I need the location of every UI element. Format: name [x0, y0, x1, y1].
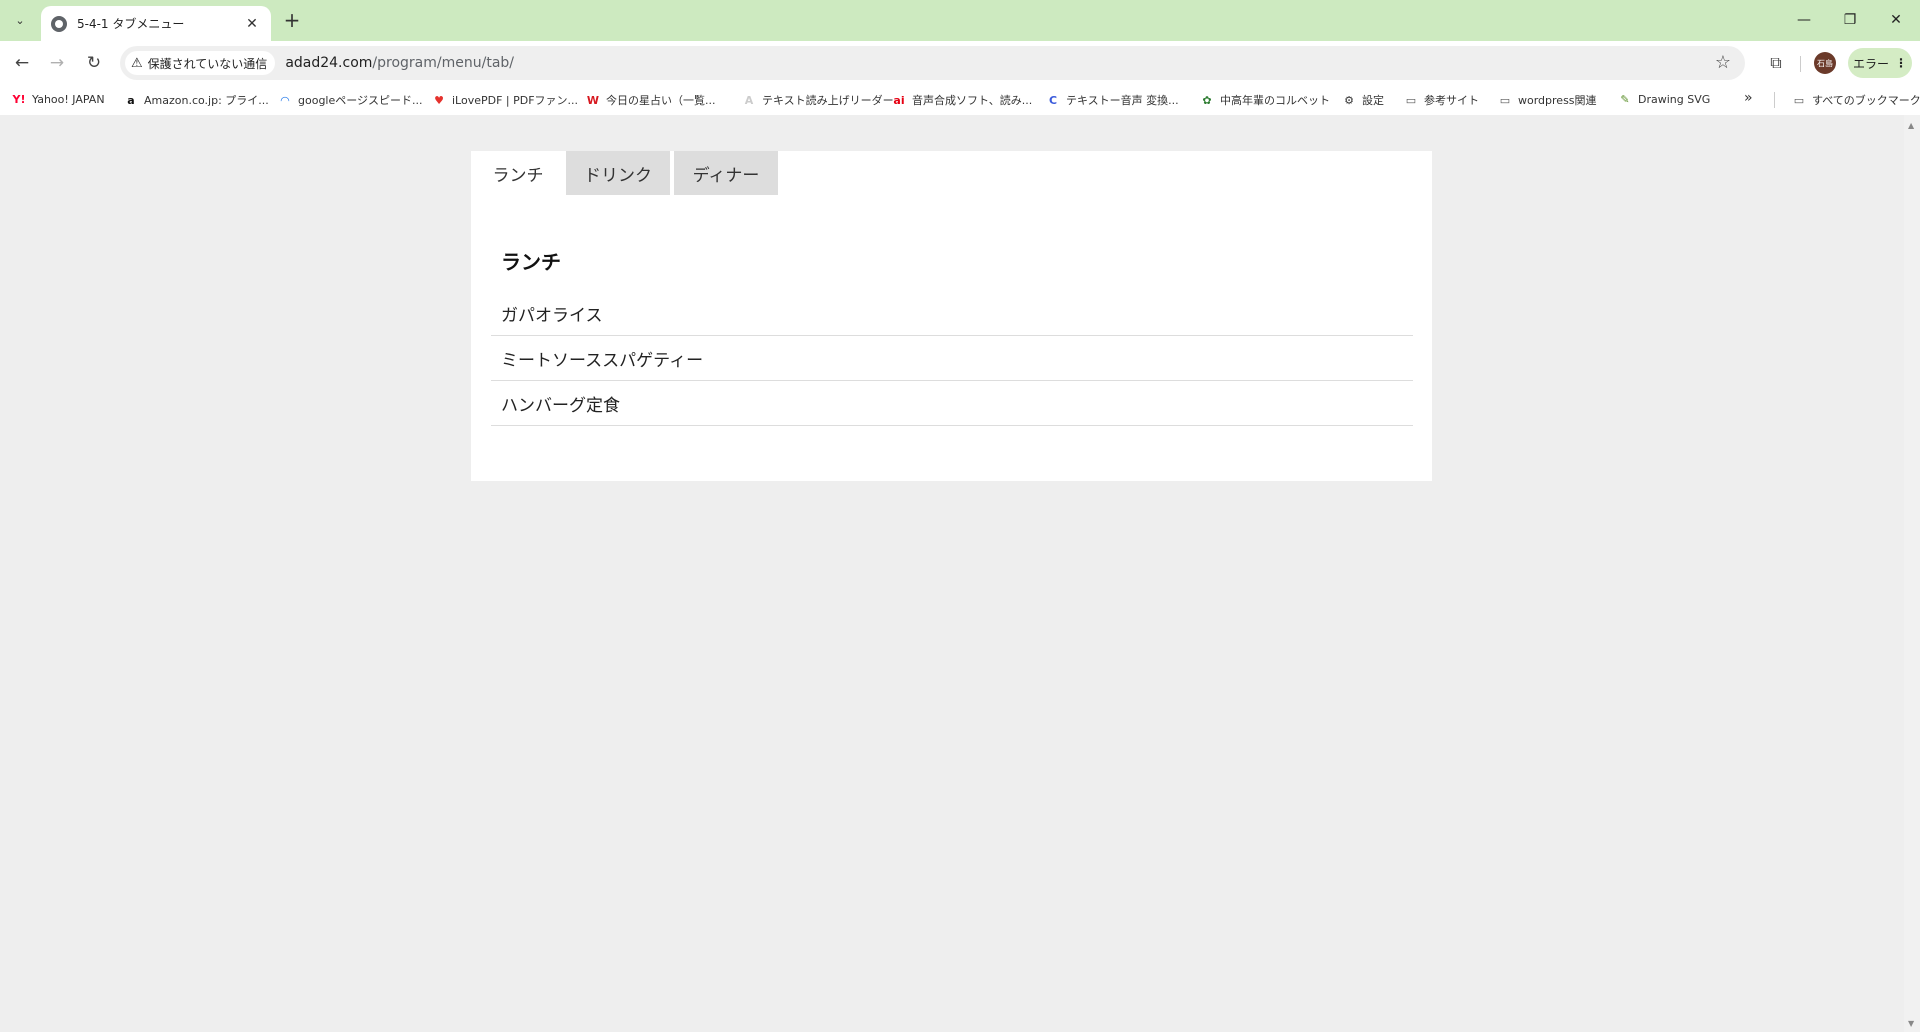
bookmark-label: テキストー音声 変換...	[1066, 94, 1179, 107]
reload-icon[interactable]: ↻	[80, 49, 108, 77]
frog-icon: ✿	[1202, 93, 1212, 107]
url-host: adad24.com	[285, 55, 373, 71]
bookmark-label: Yahoo! JAPAN	[32, 92, 105, 106]
bookmark-item[interactable]: Y! Yahoo! JAPAN	[12, 92, 105, 106]
address-bar[interactable]: ⚠ 保護されていない通信 adad24.com/program/menu/tab…	[120, 46, 1745, 80]
ai-voice-icon: ai	[893, 93, 905, 107]
tab-menu-container: ランチ ドリンク ディナー ランチ ガパオライス ミートソーススパゲティー ハン…	[471, 151, 1432, 481]
bookmark-label: 音声合成ソフト、読み...	[912, 94, 1033, 107]
bookmark-label: Drawing SVG	[1638, 92, 1711, 106]
close-window-icon[interactable]: ✕	[1876, 6, 1916, 34]
bookmark-label: 設定	[1362, 94, 1384, 107]
extensions-puzzle-icon[interactable]: ⧉	[1762, 49, 1790, 77]
all-bookmarks-button[interactable]: ▭ すべてのブックマーク	[1792, 92, 1920, 108]
menu-item: ミートソーススパゲティー	[491, 336, 1413, 381]
forward-arrow-icon[interactable]: →	[43, 49, 71, 77]
tab-search-chevron-icon[interactable]: ⌄	[7, 8, 33, 32]
profile-avatar[interactable]: 石島	[1814, 52, 1836, 74]
globe-icon	[51, 15, 67, 32]
bookmark-star-icon[interactable]: ☆	[1715, 52, 1731, 73]
scroll-up-icon[interactable]: ▲	[1908, 121, 1914, 130]
bookmark-label: 今日の星占い（一覧...	[606, 94, 716, 107]
panel-heading: ランチ	[501, 250, 561, 274]
tts-reader-icon: A	[744, 93, 754, 107]
bookmark-label: Amazon.co.jp: プライ...	[144, 94, 269, 107]
bookmarks-overflow-chevron-icon[interactable]: »	[1744, 90, 1753, 106]
browser-tab[interactable]: 5-4-1 タブメニュー ✕	[41, 6, 271, 41]
pagespeed-icon: ◠	[280, 93, 290, 107]
new-tab-button[interactable]: +	[280, 8, 304, 32]
yahoo-icon: Y!	[12, 92, 26, 106]
all-bookmarks-label: すべてのブックマーク	[1812, 94, 1920, 107]
toolbar-divider	[1800, 56, 1801, 72]
vertical-scrollbar[interactable]: ▲ ▼	[1904, 115, 1920, 1032]
gear-icon: ⚙	[1344, 93, 1354, 107]
kebab-menu-icon: ⋮	[1895, 56, 1907, 70]
bookmark-label: テキスト読み上げリーダー	[762, 94, 894, 107]
bookmark-item[interactable]: ⚙ 設定	[1342, 92, 1384, 108]
bookmark-item[interactable]: ai 音声合成ソフト、読み...	[892, 92, 1032, 108]
bookmark-label: iLovePDF | PDFファン...	[452, 94, 579, 107]
bookmark-item[interactable]: ♥ iLovePDF | PDFファン...	[432, 92, 578, 108]
bookmark-item[interactable]: ✎ Drawing SVG	[1618, 92, 1710, 106]
tab-lunch[interactable]: ランチ	[471, 151, 565, 195]
bookmark-item[interactable]: ✿ 中高年輩のコルベット	[1200, 92, 1330, 108]
page-viewport: ランチ ドリンク ディナー ランチ ガパオライス ミートソーススパゲティー ハン…	[0, 115, 1904, 1032]
security-label: 保護されていない通信	[147, 56, 268, 71]
bookmark-item[interactable]: ▭ 参考サイト	[1404, 92, 1479, 108]
folder-icon: ▭	[1793, 93, 1805, 107]
error-menu-button[interactable]: エラー ⋮	[1848, 48, 1912, 78]
amazon-icon: a	[127, 93, 135, 107]
scroll-down-icon[interactable]: ▼	[1908, 1019, 1914, 1028]
back-arrow-icon[interactable]: ←	[8, 49, 36, 77]
warning-triangle-icon: ⚠	[131, 55, 143, 71]
ilovepdf-icon: ♥	[434, 93, 444, 107]
text-to-speech-icon: C	[1048, 93, 1058, 107]
bookmark-label: wordpress関連	[1518, 94, 1597, 107]
folder-icon: ▭	[1499, 93, 1511, 107]
bookmark-item[interactable]: ◠ googleページスピード...	[278, 92, 423, 108]
title-bar: ⌄ 5-4-1 タブメニュー ✕ + — ❐ ✕	[0, 0, 1920, 41]
tab-drink[interactable]: ドリンク	[566, 151, 670, 195]
bookmark-item[interactable]: A テキスト読み上げリーダー	[742, 92, 894, 108]
menu-item-list: ガパオライス ミートソーススパゲティー ハンバーグ定食	[491, 291, 1413, 426]
bookmark-item[interactable]: W 今日の星占い（一覧...	[586, 92, 716, 108]
url-text[interactable]: adad24.com/program/menu/tab/	[285, 55, 514, 71]
restore-icon[interactable]: ❐	[1830, 6, 1870, 34]
browser-tab-title: 5-4-1 タブメニュー	[77, 17, 185, 31]
bookmarks-bar: Y! Yahoo! JAPAN a Amazon.co.jp: プライ... ◠…	[0, 85, 1920, 115]
close-tab-icon[interactable]: ✕	[243, 16, 261, 32]
bookmarks-divider	[1774, 92, 1775, 108]
tab-dinner[interactable]: ディナー	[674, 151, 778, 195]
url-path: /program/menu/tab/	[372, 55, 515, 71]
bookmark-label: googleページスピード...	[298, 94, 423, 107]
menu-item: ハンバーグ定食	[491, 381, 1413, 426]
horoscope-icon: W	[586, 93, 600, 107]
browser-toolbar: ← → ↻ ⚠ 保護されていない通信 adad24.com/program/me…	[0, 41, 1920, 85]
bookmark-item[interactable]: a Amazon.co.jp: プライ...	[124, 92, 269, 108]
bookmark-item[interactable]: C テキストー音声 変換...	[1046, 92, 1179, 108]
minimize-icon[interactable]: —	[1784, 6, 1824, 34]
security-chip[interactable]: ⚠ 保護されていない通信	[125, 51, 276, 75]
bookmark-item[interactable]: ▭ wordpress関連	[1498, 92, 1597, 108]
folder-icon: ▭	[1405, 93, 1417, 107]
menu-item: ガパオライス	[491, 291, 1413, 336]
drawing-svg-icon: ✎	[1620, 92, 1630, 106]
bookmark-label: 中高年輩のコルベット	[1220, 94, 1330, 107]
bookmark-label: 参考サイト	[1424, 94, 1479, 107]
error-label: エラー	[1852, 56, 1889, 71]
